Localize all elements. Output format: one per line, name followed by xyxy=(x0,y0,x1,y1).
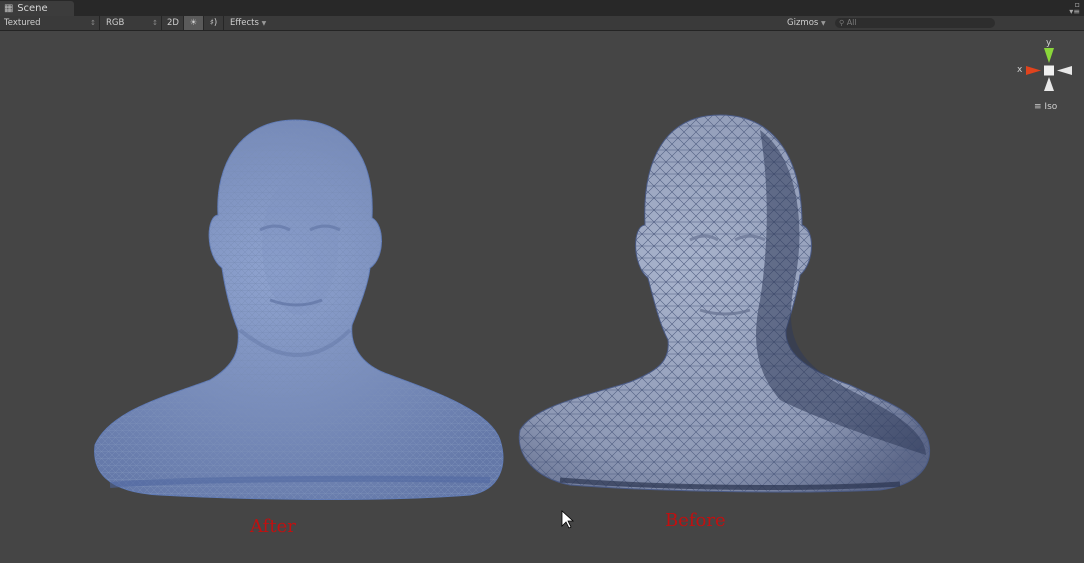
search-icon: ⚲ xyxy=(839,19,845,27)
gizmo-y-label: y xyxy=(1046,38,1052,48)
scene-toolbar: Textured RGB 2D ☀ ♯) Effects ▼ Gizmos ▼ … xyxy=(0,16,1084,31)
window-controls[interactable]: ▫ ▾≡ xyxy=(1069,1,1080,16)
render-mode-value: RGB xyxy=(106,18,125,28)
gizmo-x-axis-cone[interactable] xyxy=(1026,66,1041,75)
gizmo-x-label: x xyxy=(1017,65,1023,75)
gizmo-projection-toggle[interactable]: ≡ Iso xyxy=(1034,102,1057,112)
bust-before-mesh[interactable] xyxy=(518,114,930,493)
search-placeholder: All xyxy=(846,18,857,27)
label-before: Before xyxy=(665,510,726,531)
viewport-canvas xyxy=(94,48,1072,529)
tab-scene[interactable]: ▦ Scene xyxy=(0,1,74,16)
menu-icon[interactable]: ▾≡ xyxy=(1069,8,1080,16)
mode-2d-button[interactable]: 2D xyxy=(162,16,184,30)
scene-viewport[interactable]: y x ≡ Iso After Before xyxy=(0,31,1084,563)
render-mode-dropdown[interactable]: RGB xyxy=(100,16,162,30)
chevron-down-icon: ▼ xyxy=(821,20,826,27)
chevron-down-icon: ▼ xyxy=(261,20,267,27)
tab-bar: ▦ Scene ▫ ▾≡ xyxy=(0,0,1084,16)
scene-grid-icon: ▦ xyxy=(4,3,14,14)
gizmo-center-cube[interactable] xyxy=(1044,65,1054,76)
mouse-cursor-icon xyxy=(561,510,575,529)
gizmo-neg-x-axis-cone[interactable] xyxy=(1057,66,1072,75)
mode-2d-label: 2D xyxy=(167,18,179,28)
shading-mode-value: Textured xyxy=(4,18,41,28)
tab-scene-label: Scene xyxy=(17,3,48,14)
search-input[interactable]: ⚲ All xyxy=(835,18,995,28)
bust-after-mesh[interactable] xyxy=(94,119,504,501)
orientation-gizmo[interactable] xyxy=(1026,48,1072,91)
audio-toggle-button[interactable]: ♯) xyxy=(204,16,224,30)
lighting-toggle-button[interactable]: ☀ xyxy=(184,16,204,30)
effects-dropdown[interactable]: Effects ▼ xyxy=(224,16,272,30)
label-after: After xyxy=(250,516,296,537)
gizmo-y-axis-cone[interactable] xyxy=(1044,48,1054,63)
hamburger-icon: ≡ xyxy=(1034,102,1042,112)
gizmo-neg-y-axis-cone[interactable] xyxy=(1044,77,1054,91)
gizmo-projection-label: Iso xyxy=(1044,102,1058,112)
gizmos-dropdown[interactable]: Gizmos ▼ xyxy=(787,16,831,30)
gizmos-label: Gizmos xyxy=(787,18,819,28)
speaker-icon: ♯) xyxy=(209,18,218,28)
shading-mode-dropdown[interactable]: Textured xyxy=(0,16,100,30)
effects-label: Effects xyxy=(230,18,259,28)
sun-icon: ☀ xyxy=(189,18,198,28)
